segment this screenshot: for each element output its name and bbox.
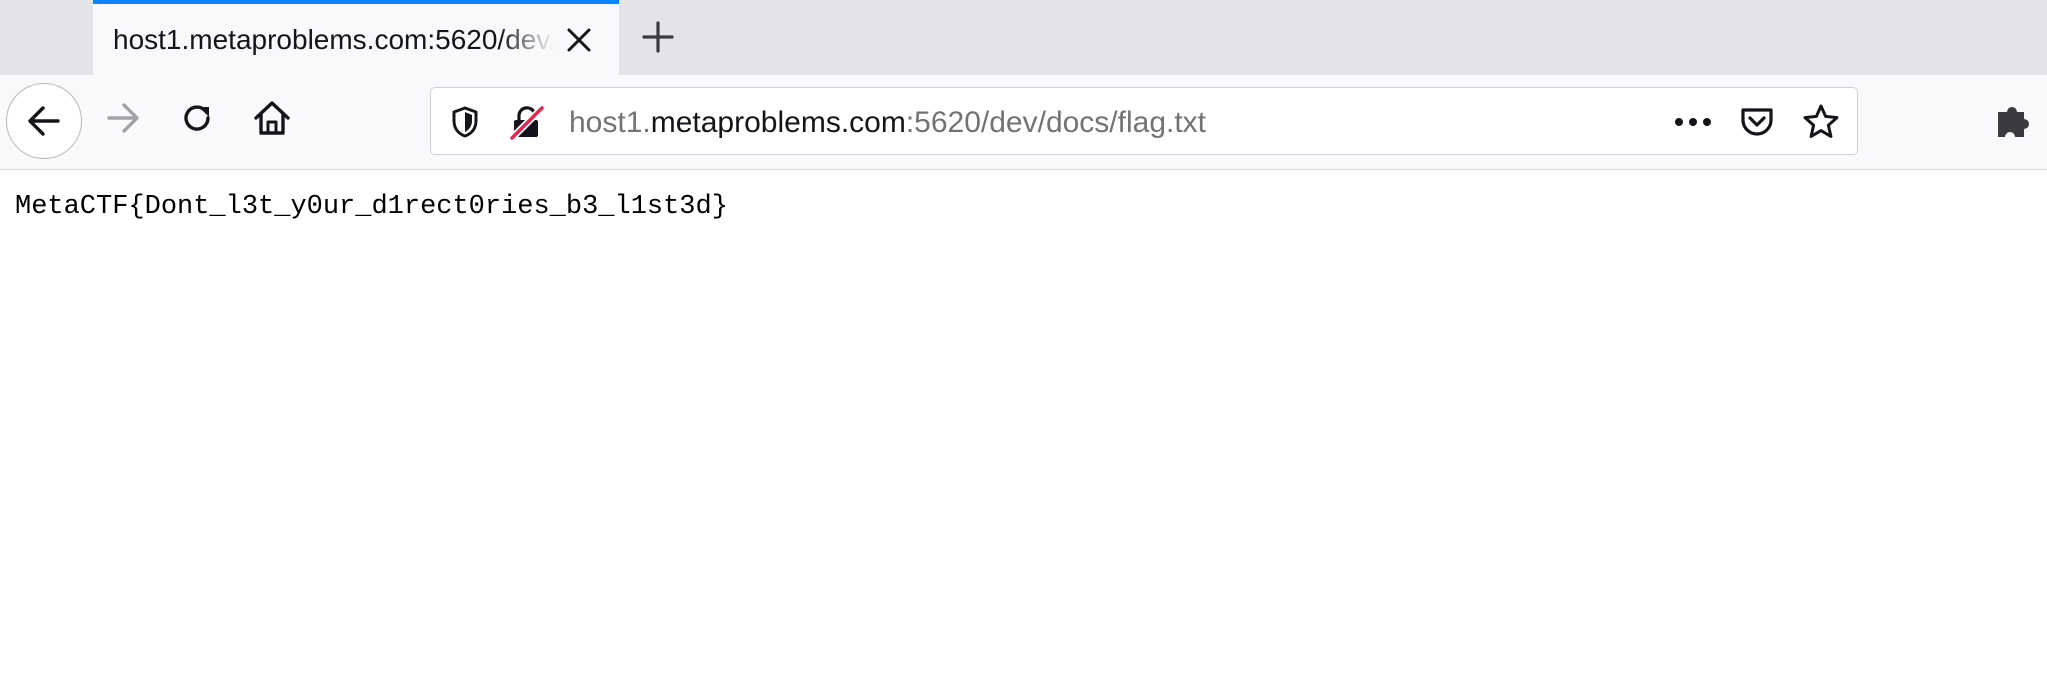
close-icon[interactable]	[559, 20, 599, 60]
url-bar[interactable]: host1.metaproblems.com:5620/dev/docs/fla…	[430, 87, 1858, 155]
page-content: MetaCTF{Dont_l3t_y0ur_d1rect0ries_b3_l1s…	[0, 170, 2047, 698]
url-domain: metaproblems.com	[650, 106, 906, 139]
url-subdomain: host1.	[569, 106, 651, 139]
reload-icon[interactable]	[170, 91, 224, 145]
pocket-icon[interactable]	[1733, 98, 1781, 146]
arrow-left-icon[interactable]	[6, 83, 82, 159]
tab-strip: host1.metaproblems.com:5620/dev/docs/fla…	[0, 0, 2047, 75]
url-text[interactable]: host1.metaproblems.com:5620/dev/docs/fla…	[569, 106, 1206, 140]
plus-icon[interactable]	[634, 13, 682, 61]
shield-icon[interactable]	[445, 102, 485, 142]
home-icon[interactable]	[245, 91, 299, 145]
arrow-right-icon[interactable]	[96, 91, 150, 145]
puzzle-icon[interactable]	[1988, 95, 2040, 147]
star-icon[interactable]	[1797, 98, 1845, 146]
url-path: :5620/dev/docs/flag.txt	[905, 106, 1207, 139]
tab-title: host1.metaproblems.com:5620/dev/docs/fla…	[113, 24, 553, 55]
navigation-toolbar: host1.metaproblems.com:5620/dev/docs/fla…	[0, 75, 2047, 170]
more-horizontal-icon[interactable]	[1669, 98, 1717, 146]
active-tab[interactable]: host1.metaproblems.com:5620/dev/docs/fla…	[93, 0, 619, 75]
flag-text: MetaCTF{Dont_l3t_y0ur_d1rect0ries_b3_l1s…	[15, 192, 728, 222]
lock-strikethrough-icon[interactable]	[507, 102, 547, 142]
